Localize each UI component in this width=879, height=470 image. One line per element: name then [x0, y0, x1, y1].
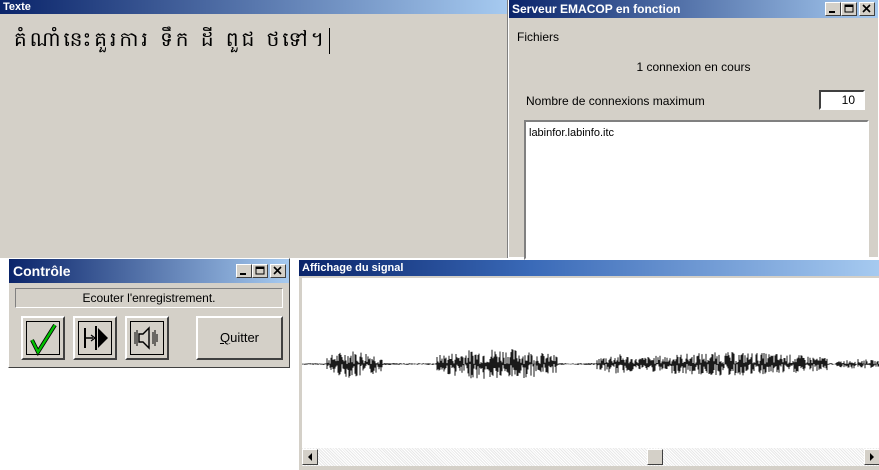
- scroll-thumb[interactable]: [647, 449, 663, 465]
- max-connections-label: Nombre de connexions maximum: [526, 94, 705, 108]
- controle-title: Contrôle: [13, 263, 71, 279]
- signal-window: Affichage du signal: [298, 260, 879, 470]
- close-icon[interactable]: [859, 2, 875, 16]
- checkmark-icon: [30, 323, 57, 357]
- serveur-window-controls: [825, 2, 875, 16]
- clients-list[interactable]: labinfor.labinfo.itc: [524, 120, 869, 260]
- waveform: [301, 349, 879, 379]
- scroll-left-button[interactable]: [302, 449, 318, 465]
- validate-button[interactable]: [21, 316, 65, 360]
- play-button[interactable]: [73, 316, 117, 360]
- scroll-right-button[interactable]: [864, 449, 879, 465]
- maximize-icon[interactable]: [252, 264, 268, 278]
- texte-window: Texte គំណាំនេះគួរការ ទឹក ដី ពួជ ថទៅ។: [0, 0, 508, 258]
- maximize-icon[interactable]: [841, 2, 857, 16]
- quit-label-rest: uitter: [230, 330, 260, 345]
- text-caret: [328, 27, 330, 54]
- controle-window: Contrôle Ecouter l'enregistrement. Quitt…: [8, 258, 290, 368]
- khmer-text: គំណាំនេះគួរការ ទឹក ដី ពួជ ថទៅ។: [14, 27, 327, 51]
- quit-button[interactable]: Quitter: [196, 316, 283, 360]
- close-icon[interactable]: [270, 264, 286, 278]
- minimize-icon[interactable]: [236, 264, 252, 278]
- minimize-icon[interactable]: [825, 2, 841, 16]
- arrow-right-icon: [870, 453, 874, 461]
- signal-title: Affichage du signal: [302, 262, 404, 274]
- play-icon: [84, 326, 108, 350]
- speaker-icon: [134, 326, 158, 350]
- horizontal-scrollbar[interactable]: [302, 448, 879, 466]
- serveur-window: Serveur EMACOP en fonction Fichiers 1 co…: [508, 0, 879, 260]
- texte-titlebar[interactable]: Texte: [0, 0, 507, 14]
- status-text: Ecouter l'enregistrement.: [15, 288, 283, 308]
- max-connections-field[interactable]: 10: [819, 90, 865, 110]
- waveform-canvas[interactable]: [301, 278, 879, 448]
- speaker-button[interactable]: [125, 316, 169, 360]
- controle-window-controls: [236, 264, 286, 278]
- arrow-left-icon: [308, 453, 312, 461]
- khmer-text-editor[interactable]: គំណាំនេះគួរការ ទឹក ដី ពួជ ថទៅ។: [14, 26, 330, 56]
- waveform-trace: [301, 349, 879, 379]
- signal-titlebar[interactable]: Affichage du signal: [299, 260, 879, 276]
- serveur-title: Serveur EMACOP en fonction: [512, 2, 681, 16]
- quit-label-accel: Q: [219, 330, 231, 345]
- texte-title: Texte: [3, 1, 31, 13]
- serveur-titlebar[interactable]: Serveur EMACOP en fonction: [509, 0, 878, 18]
- list-item[interactable]: labinfor.labinfo.itc: [529, 127, 614, 139]
- connection-status: 1 connexion en cours: [636, 60, 751, 74]
- menu-fichiers[interactable]: Fichiers: [517, 30, 559, 44]
